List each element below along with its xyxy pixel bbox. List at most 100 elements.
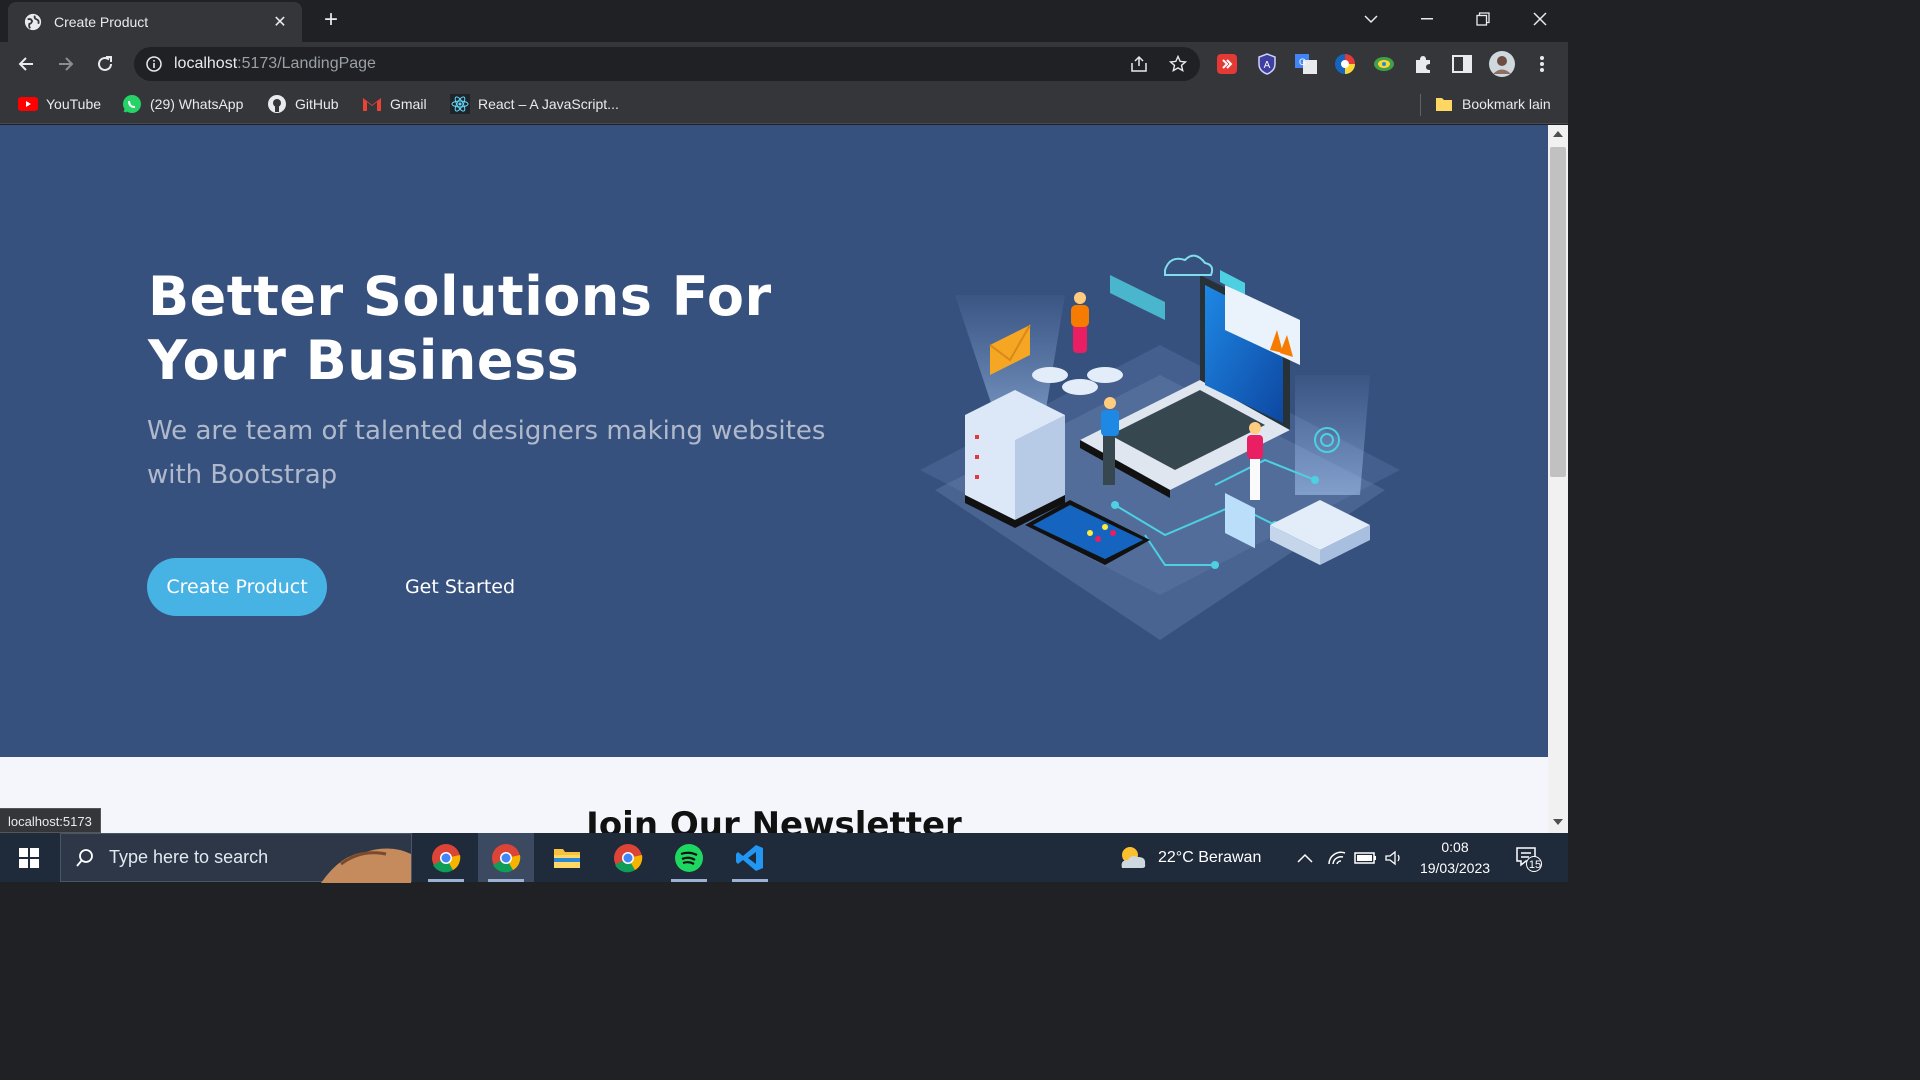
chrome-icon xyxy=(614,843,643,872)
reload-button[interactable] xyxy=(91,50,119,78)
forward-button[interactable] xyxy=(52,50,80,78)
wifi-icon[interactable] xyxy=(1327,833,1347,882)
spotify-icon xyxy=(675,843,703,872)
app-running-indicator xyxy=(732,879,768,882)
tab-strip: Create Product ✕ + xyxy=(0,0,1568,42)
svg-text:A: A xyxy=(1264,60,1271,71)
taskbar-search[interactable]: Type here to search xyxy=(60,833,412,883)
folder-icon xyxy=(554,848,580,868)
start-button[interactable] xyxy=(0,833,58,882)
info-icon[interactable] xyxy=(146,56,162,72)
search-placeholder: Type here to search xyxy=(109,847,269,867)
page-scrollbar[interactable] xyxy=(1548,125,1568,833)
bookmark-youtube[interactable]: YouTube xyxy=(18,94,101,114)
extension-red-icon[interactable] xyxy=(1215,52,1239,76)
battery-icon[interactable] xyxy=(1354,833,1378,882)
scroll-up-icon[interactable] xyxy=(1553,131,1563,137)
url-path: :5173/LandingPage xyxy=(237,55,376,72)
url-host: localhost xyxy=(174,55,238,72)
translate-icon[interactable]: G xyxy=(1294,52,1318,76)
bookmark-label: React – A JavaScript... xyxy=(478,96,619,112)
bookmark-gmail[interactable]: Gmail xyxy=(362,94,427,114)
page-viewport: Better Solutions For Your Business We ar… xyxy=(0,125,1548,833)
tab-search-icon[interactable] xyxy=(1343,0,1399,38)
side-panel-icon[interactable] xyxy=(1450,52,1474,76)
link-status-bubble: localhost:5173 xyxy=(0,808,101,833)
close-tab-icon[interactable]: ✕ xyxy=(270,12,290,32)
svg-text:G: G xyxy=(1299,57,1306,67)
bookmark-label: YouTube xyxy=(46,96,102,112)
app-running-indicator xyxy=(671,879,707,882)
profile-avatar[interactable] xyxy=(1488,50,1516,78)
bookmark-star-icon[interactable] xyxy=(1169,55,1187,73)
hero-subtitle: We are team of talented designers making… xyxy=(147,416,826,490)
react-icon xyxy=(450,94,470,114)
search-icon xyxy=(76,848,93,867)
share-icon[interactable] xyxy=(1129,55,1149,73)
gmail-icon xyxy=(362,94,382,114)
bookmark-label: (29) WhatsApp xyxy=(150,96,244,112)
address-bar[interactable]: localhost:5173/LandingPage xyxy=(134,47,1200,81)
taskbar-vscode[interactable] xyxy=(722,833,778,882)
app-running-indicator xyxy=(488,879,524,882)
bookmark-other-folder[interactable]: Bookmark lain xyxy=(1434,94,1551,114)
windows-logo-icon xyxy=(19,847,39,868)
bookmark-label: Bookmark lain xyxy=(1462,96,1551,112)
bookmark-label: GitHub xyxy=(295,96,339,112)
windows-taskbar: Type here to search 22°C Berawan 0:08 19… xyxy=(0,833,1568,883)
cloudy-weather-icon xyxy=(1121,846,1146,868)
chrome-icon xyxy=(432,843,461,872)
browser-tab[interactable]: Create Product ✕ xyxy=(8,2,302,42)
github-icon xyxy=(267,94,287,114)
system-clock[interactable]: 0:08 19/03/2023 xyxy=(1410,837,1500,879)
minimize-icon[interactable] xyxy=(1399,0,1455,38)
newsletter-heading: Join Our Newsletter xyxy=(586,805,962,833)
taskbar-chrome-1[interactable] xyxy=(418,833,474,882)
restore-icon[interactable] xyxy=(1455,0,1511,38)
vscode-icon xyxy=(736,844,763,871)
tray-show-hidden-icon[interactable] xyxy=(1297,833,1313,882)
hero-title: Better Solutions For Your Business xyxy=(148,265,772,392)
close-window-icon[interactable] xyxy=(1512,0,1568,38)
youtube-icon xyxy=(18,94,38,114)
scroll-down-icon[interactable] xyxy=(1553,819,1563,825)
notification-count: 15 xyxy=(1528,859,1542,871)
taskbar-spotify[interactable] xyxy=(661,833,717,882)
bookmark-github[interactable]: GitHub xyxy=(267,94,339,114)
back-button[interactable] xyxy=(12,50,40,78)
clock-time: 0:08 xyxy=(1441,839,1469,855)
hero-illustration xyxy=(920,254,1400,640)
bookmark-label: Gmail xyxy=(390,96,427,112)
taskbar-file-explorer[interactable] xyxy=(539,833,595,882)
tab-title: Create Product xyxy=(54,14,149,30)
browser-toolbar: localhost:5173/LandingPage A G xyxy=(0,42,1568,86)
get-started-button[interactable]: Get Started xyxy=(395,558,525,616)
whatsapp-icon xyxy=(122,94,142,114)
new-tab-button[interactable]: + xyxy=(318,8,344,34)
chrome-icon xyxy=(492,843,521,872)
color-picker-icon[interactable] xyxy=(1333,52,1357,76)
scrollbar-thumb[interactable] xyxy=(1550,147,1566,477)
hero-section: Better Solutions For Your Business We ar… xyxy=(0,125,1548,757)
globe-extension-icon[interactable] xyxy=(1372,52,1396,76)
weather-text: 22°C Berawan xyxy=(1158,848,1262,866)
weather-widget[interactable]: 22°C Berawan xyxy=(1116,833,1261,882)
volume-icon[interactable] xyxy=(1384,833,1404,882)
bookmark-react[interactable]: React – A JavaScript... xyxy=(450,94,619,114)
clock-date: 19/03/2023 xyxy=(1419,860,1491,876)
app-running-indicator xyxy=(428,879,464,882)
bookmark-whatsapp[interactable]: (29) WhatsApp xyxy=(122,94,243,114)
search-highlight-image xyxy=(321,848,411,883)
url-text: localhost:5173/LandingPage xyxy=(174,55,376,73)
taskbar-chrome-2[interactable] xyxy=(478,833,534,882)
bookmarks-bar: YouTube (29) WhatsApp GitHub Gmail React… xyxy=(0,86,1568,124)
folder-icon xyxy=(1434,94,1454,114)
extensions-puzzle-icon[interactable] xyxy=(1411,52,1435,76)
globe-icon xyxy=(24,13,42,31)
bookmark-divider xyxy=(1420,94,1421,116)
notification-center-button[interactable]: 15 xyxy=(1514,833,1542,882)
menu-kebab-icon[interactable] xyxy=(1530,52,1554,76)
shield-icon[interactable]: A xyxy=(1255,52,1279,76)
create-product-button[interactable]: Create Product xyxy=(147,558,327,616)
taskbar-chrome-3[interactable] xyxy=(600,833,656,882)
